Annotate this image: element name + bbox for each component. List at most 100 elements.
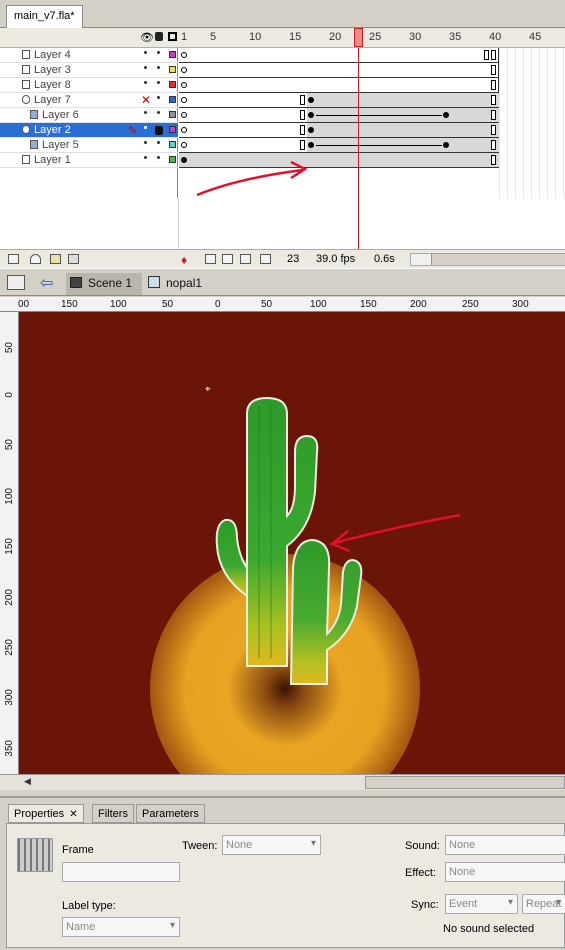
edit-multiple-frames-icon[interactable] xyxy=(240,254,251,264)
symbol-label[interactable]: nopal1 xyxy=(166,276,202,290)
frame-row[interactable] xyxy=(179,48,499,63)
outline-icon[interactable] xyxy=(168,32,177,41)
visibility-dot[interactable] xyxy=(144,111,147,114)
pencil-icon: ✎ xyxy=(128,125,138,137)
hidden-x-icon[interactable]: ✕ xyxy=(141,93,151,107)
outline-color-swatch[interactable] xyxy=(169,141,176,148)
keyframe[interactable] xyxy=(308,97,314,103)
visibility-dot[interactable] xyxy=(144,126,147,129)
layer-row[interactable]: Layer 5 xyxy=(0,138,178,153)
tween-select[interactable]: None xyxy=(222,835,321,855)
lock-dot[interactable] xyxy=(157,111,160,114)
keyframe[interactable] xyxy=(308,112,314,118)
scroll-left-arrow[interactable]: ◀ xyxy=(24,776,31,787)
repeat-select[interactable]: Repeat xyxy=(522,894,565,914)
timeline-hscrollbar[interactable] xyxy=(410,253,565,266)
layer-row[interactable]: Layer 8 xyxy=(0,78,178,93)
outline-color-swatch[interactable] xyxy=(169,156,176,163)
layer-row-selected[interactable]: Layer 2 ✎ xyxy=(0,123,178,138)
keyframe-empty[interactable] xyxy=(181,67,187,73)
layer-row[interactable]: Layer 3 xyxy=(0,63,178,78)
outline-color-swatch[interactable] xyxy=(169,126,176,133)
layer-icon xyxy=(22,50,30,59)
trash-icon[interactable] xyxy=(68,254,79,264)
stage-hscrollbar[interactable]: ◀ xyxy=(0,774,565,790)
frame-rate[interactable]: 39.0 fps xyxy=(316,253,355,265)
sync-select[interactable]: Event xyxy=(445,894,518,914)
lock-dot[interactable] xyxy=(157,96,160,99)
motion-guide-icon[interactable] xyxy=(30,254,41,264)
layer-row[interactable]: Layer 4 xyxy=(0,48,178,63)
outline-color-swatch[interactable] xyxy=(169,51,176,58)
layer-row[interactable]: Layer 1 xyxy=(0,153,178,168)
onion-outline-icon[interactable] xyxy=(222,254,233,264)
frame-row[interactable] xyxy=(179,108,499,123)
keyframe[interactable] xyxy=(443,142,449,148)
frame-row[interactable] xyxy=(179,63,499,78)
lock-dot[interactable] xyxy=(157,66,160,69)
eye-icon[interactable]: 👁 xyxy=(140,31,154,44)
registration-crosshair: ⌖ xyxy=(205,384,211,395)
insert-layer-icon[interactable] xyxy=(8,254,19,264)
tween-arrow xyxy=(316,145,442,146)
frame-row[interactable] xyxy=(179,78,499,93)
keyframe-empty[interactable] xyxy=(181,82,187,88)
keyframe-empty[interactable] xyxy=(181,52,187,58)
frame-row[interactable] xyxy=(179,93,499,108)
lock-dot[interactable] xyxy=(157,156,160,159)
tab-parameters[interactable]: Parameters xyxy=(136,804,205,823)
stage-scroll-thumb[interactable] xyxy=(365,776,565,789)
tween-arrow xyxy=(316,115,442,116)
keyframe-empty[interactable] xyxy=(181,127,187,133)
stage-canvas[interactable]: ⌖ xyxy=(19,312,565,774)
keyframe-empty[interactable] xyxy=(181,97,187,103)
label-type-select[interactable]: Name xyxy=(62,917,180,937)
playhead-marker[interactable] xyxy=(354,28,363,47)
layer-name: Layer 3 xyxy=(34,64,71,76)
frame-label-input[interactable] xyxy=(62,862,180,882)
layer-row[interactable]: Layer 6 xyxy=(0,108,178,123)
lock-icon[interactable] xyxy=(155,126,163,135)
center-frame-icon[interactable]: ♦ xyxy=(181,253,187,267)
lock-icon[interactable] xyxy=(155,32,163,41)
keyframe[interactable] xyxy=(443,112,449,118)
frame-number: 15 xyxy=(289,31,302,43)
lock-dot[interactable] xyxy=(157,81,160,84)
edit-bar: ⇦ Scene 1 nopal1 xyxy=(0,268,565,296)
folder-icon[interactable] xyxy=(50,254,61,264)
frame-number: 25 xyxy=(369,31,382,43)
tab-filters[interactable]: Filters xyxy=(92,804,134,823)
timeline-toggle-icon[interactable] xyxy=(7,275,25,290)
visibility-dot[interactable] xyxy=(144,156,147,159)
visibility-dot[interactable] xyxy=(144,51,147,54)
visibility-dot[interactable] xyxy=(144,141,147,144)
sound-select[interactable]: None xyxy=(445,835,565,855)
outline-color-swatch[interactable] xyxy=(169,96,176,103)
layer-row[interactable]: Layer 7 ✕ xyxy=(0,93,178,108)
outline-color-swatch[interactable] xyxy=(169,81,176,88)
layer-name: Layer 6 xyxy=(42,109,79,121)
modify-onion-markers-icon[interactable] xyxy=(260,254,271,264)
frames-grid[interactable] xyxy=(179,48,565,249)
effect-select[interactable]: None xyxy=(445,862,565,882)
visibility-dot[interactable] xyxy=(144,66,147,69)
document-tab[interactable]: main_v7.fla* xyxy=(6,5,83,28)
cactus-small[interactable] xyxy=(287,538,369,688)
close-icon[interactable]: ✕ xyxy=(69,809,77,820)
frame-row[interactable] xyxy=(179,123,499,138)
timeline-scroll-thumb[interactable] xyxy=(431,254,565,265)
keyframe[interactable] xyxy=(308,127,314,133)
onion-skin-icon[interactable] xyxy=(205,254,216,264)
outline-color-swatch[interactable] xyxy=(169,66,176,73)
visibility-dot[interactable] xyxy=(144,81,147,84)
scene-label[interactable]: Scene 1 xyxy=(88,276,132,290)
back-arrow-icon[interactable]: ⇦ xyxy=(40,273,53,293)
keyframe-empty[interactable] xyxy=(181,112,187,118)
frame-end xyxy=(300,125,305,135)
outline-color-swatch[interactable] xyxy=(169,111,176,118)
frame-span xyxy=(307,123,499,137)
ruler-tick: 0 xyxy=(215,299,221,310)
lock-dot[interactable] xyxy=(157,51,160,54)
tab-properties[interactable]: Properties ✕ xyxy=(8,804,84,823)
lock-dot[interactable] xyxy=(157,141,160,144)
